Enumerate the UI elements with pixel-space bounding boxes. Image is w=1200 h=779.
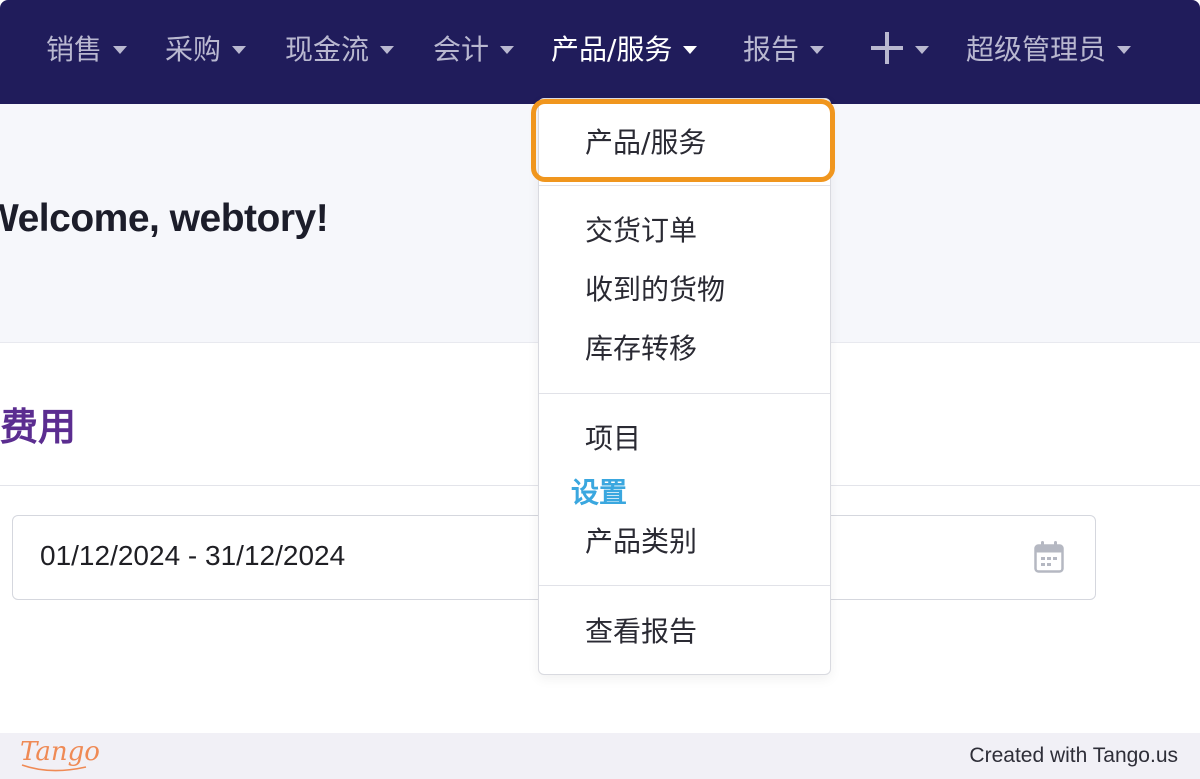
chevron-down-icon [810, 46, 825, 54]
welcome-title: Welcome, webtory! [0, 197, 329, 240]
calendar-icon[interactable] [1034, 541, 1064, 573]
chevron-down-icon [915, 46, 929, 54]
plus-icon [870, 31, 904, 65]
chevron-down-icon [380, 46, 395, 54]
chevron-down-icon [500, 46, 515, 54]
dropdown-header-settings: 设置 [571, 476, 628, 509]
nav-cashflow-label: 现金流 [285, 33, 370, 66]
chevron-down-icon [113, 46, 128, 54]
tango-swirl-icon [21, 764, 87, 772]
nav-cashflow[interactable]: 现金流 [285, 22, 395, 74]
dropdown-divider [539, 585, 830, 586]
nav-accounting-label: 会计 [433, 33, 490, 66]
nav-purchase-label: 采购 [165, 33, 222, 66]
highlight-box [531, 99, 835, 182]
app-frame: 销售 采购 现金流 会计 产品/服务 报告 超级管理员 Welcome, web… [0, 0, 1200, 733]
nav-sales[interactable]: 销售 [46, 22, 128, 74]
nav-sales-label: 销售 [46, 33, 103, 66]
chevron-down-icon [1117, 46, 1132, 54]
dropdown-item-view-reports[interactable]: 查看报告 [585, 610, 697, 650]
date-range-value: 01/12/2024 - 31/12/2024 [40, 540, 346, 571]
footer-credit: Created with Tango.us [969, 744, 1178, 767]
nav-purchase[interactable]: 采购 [165, 22, 247, 74]
dropdown-item-goods-received[interactable]: 收到的货物 [585, 268, 725, 308]
nav-create[interactable] [870, 22, 929, 74]
dropdown-divider [539, 185, 830, 186]
nav-products-services-label: 产品/服务 [551, 33, 673, 66]
top-navbar: 销售 采购 现金流 会计 产品/服务 报告 超级管理员 [0, 0, 1200, 104]
dropdown-item-delivery-orders[interactable]: 交货订单 [585, 209, 697, 249]
tango-footer: Tango Created with Tango.us [0, 733, 1200, 779]
nav-reports-label: 报告 [743, 33, 800, 66]
nav-reports[interactable]: 报告 [743, 22, 825, 74]
dropdown-item-projects[interactable]: 项目 [585, 417, 641, 457]
dropdown-item-product-categories[interactable]: 产品类别 [585, 520, 697, 560]
products-services-dropdown: 产品/服务 交货订单 收到的货物 库存转移 项目 设置 产品类别 查看报告 [538, 98, 831, 675]
chevron-down-icon [683, 46, 698, 54]
dropdown-item-stock-transfer[interactable]: 库存转移 [585, 327, 697, 367]
chevron-down-icon [232, 46, 247, 54]
expenses-title: 费用 [0, 405, 77, 449]
nav-super-admin-label: 超级管理员 [966, 33, 1107, 66]
dropdown-divider [539, 393, 830, 394]
nav-super-admin[interactable]: 超级管理员 [966, 22, 1132, 74]
nav-accounting[interactable]: 会计 [433, 22, 515, 74]
nav-products-services[interactable]: 产品/服务 [551, 22, 698, 74]
